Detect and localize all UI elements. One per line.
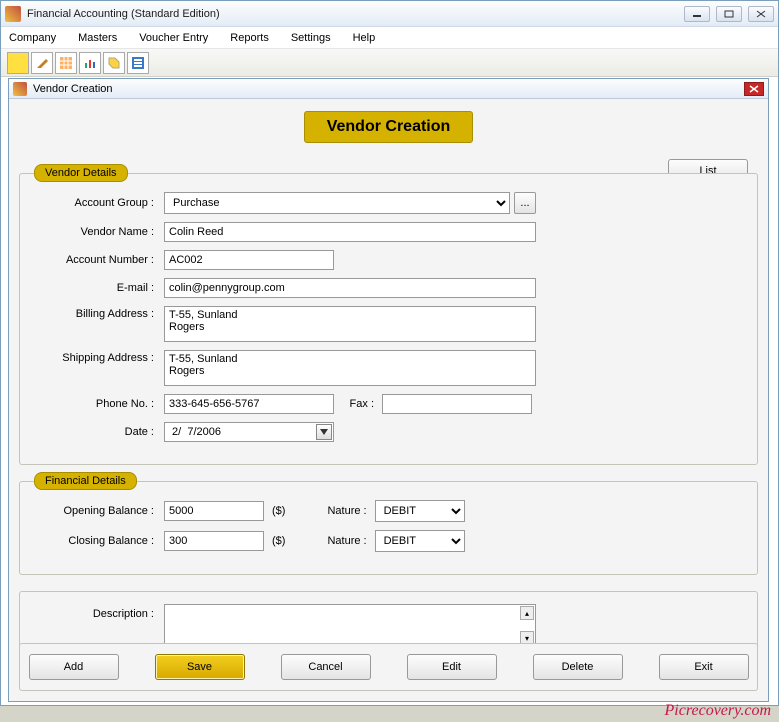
minimize-button[interactable] bbox=[684, 6, 710, 22]
account-group-select[interactable]: Purchase bbox=[164, 192, 510, 214]
shipping-address-label: Shipping Address : bbox=[34, 350, 164, 364]
vendor-details-group: Vendor Details Account Group : Purchase … bbox=[19, 173, 758, 465]
closing-balance-label: Closing Balance : bbox=[34, 535, 164, 547]
closing-currency: ($) bbox=[272, 535, 285, 547]
opening-nature-label: Nature : bbox=[327, 505, 366, 517]
toolbar-chart-icon[interactable] bbox=[79, 52, 101, 74]
vendor-name-label: Vendor Name : bbox=[34, 226, 164, 238]
opening-nature-select[interactable]: DEBIT bbox=[375, 500, 465, 522]
date-input[interactable] bbox=[164, 422, 334, 442]
date-label: Date : bbox=[34, 426, 164, 438]
toolbar-list-icon[interactable] bbox=[127, 52, 149, 74]
inner-title-bar: Vendor Creation bbox=[9, 79, 768, 99]
page-banner: Vendor Creation bbox=[304, 111, 474, 143]
financial-details-legend: Financial Details bbox=[34, 472, 137, 490]
opening-currency: ($) bbox=[272, 505, 285, 517]
menu-help[interactable]: Help bbox=[353, 32, 376, 44]
toolbar bbox=[1, 49, 778, 77]
description-input[interactable] bbox=[164, 604, 536, 644]
title-bar: Financial Accounting (Standard Edition) bbox=[1, 1, 778, 27]
description-scroll-up[interactable]: ▴ bbox=[520, 606, 534, 620]
phone-input[interactable] bbox=[164, 394, 334, 414]
shipping-address-input[interactable]: T-55, Sunland Rogers bbox=[164, 350, 536, 386]
save-button[interactable]: Save bbox=[155, 654, 245, 680]
toolbar-edit-icon[interactable] bbox=[31, 52, 53, 74]
toolbar-new-icon[interactable] bbox=[7, 52, 29, 74]
closing-nature-select[interactable]: DEBIT bbox=[375, 530, 465, 552]
financial-details-group: Financial Details Opening Balance : ($) … bbox=[19, 481, 758, 575]
account-group-label: Account Group : bbox=[34, 197, 164, 209]
vendor-name-input[interactable] bbox=[164, 222, 536, 242]
add-button[interactable]: Add bbox=[29, 654, 119, 680]
vendor-creation-window: Vendor Creation Vendor Creation List Ven… bbox=[8, 78, 769, 702]
closing-balance-input[interactable] bbox=[164, 531, 264, 551]
description-label: Description : bbox=[34, 604, 164, 620]
fax-label: Fax : bbox=[334, 398, 382, 410]
exit-button[interactable]: Exit bbox=[659, 654, 749, 680]
inner-close-button[interactable] bbox=[744, 82, 764, 96]
action-button-row: Add Save Cancel Edit Delete Exit bbox=[19, 643, 758, 691]
menu-bar: Company Masters Voucher Entry Reports Se… bbox=[1, 27, 778, 49]
delete-button[interactable]: Delete bbox=[533, 654, 623, 680]
app-title: Financial Accounting (Standard Edition) bbox=[27, 8, 684, 20]
closing-nature-label: Nature : bbox=[327, 535, 366, 547]
email-label: E-mail : bbox=[34, 282, 164, 294]
toolbar-tag-icon[interactable] bbox=[103, 52, 125, 74]
opening-balance-input[interactable] bbox=[164, 501, 264, 521]
toolbar-grid-icon[interactable] bbox=[55, 52, 77, 74]
maximize-button[interactable] bbox=[716, 6, 742, 22]
email-input[interactable] bbox=[164, 278, 536, 298]
account-number-label: Account Number : bbox=[34, 254, 164, 266]
cancel-button[interactable]: Cancel bbox=[281, 654, 371, 680]
account-number-input[interactable] bbox=[164, 250, 334, 270]
close-button[interactable] bbox=[748, 6, 774, 22]
menu-company[interactable]: Company bbox=[9, 32, 56, 44]
app-icon bbox=[5, 6, 21, 22]
app-window: Financial Accounting (Standard Edition) … bbox=[0, 0, 779, 706]
edit-button[interactable]: Edit bbox=[407, 654, 497, 680]
opening-balance-label: Opening Balance : bbox=[34, 505, 164, 517]
billing-address-label: Billing Address : bbox=[34, 306, 164, 320]
date-picker-button[interactable] bbox=[316, 424, 332, 440]
account-group-browse-button[interactable]: ... bbox=[514, 192, 536, 214]
form-body: Vendor Creation List Vendor Details Acco… bbox=[9, 99, 768, 701]
menu-voucher[interactable]: Voucher Entry bbox=[139, 32, 208, 44]
menu-reports[interactable]: Reports bbox=[230, 32, 269, 44]
menu-settings[interactable]: Settings bbox=[291, 32, 331, 44]
inner-title: Vendor Creation bbox=[33, 83, 744, 95]
billing-address-input[interactable]: T-55, Sunland Rogers bbox=[164, 306, 536, 342]
watermark: Picrecovery.com bbox=[665, 702, 771, 720]
menu-masters[interactable]: Masters bbox=[78, 32, 117, 44]
inner-icon bbox=[13, 82, 27, 96]
phone-label: Phone No. : bbox=[34, 398, 164, 410]
fax-input[interactable] bbox=[382, 394, 532, 414]
vendor-details-legend: Vendor Details bbox=[34, 164, 128, 182]
